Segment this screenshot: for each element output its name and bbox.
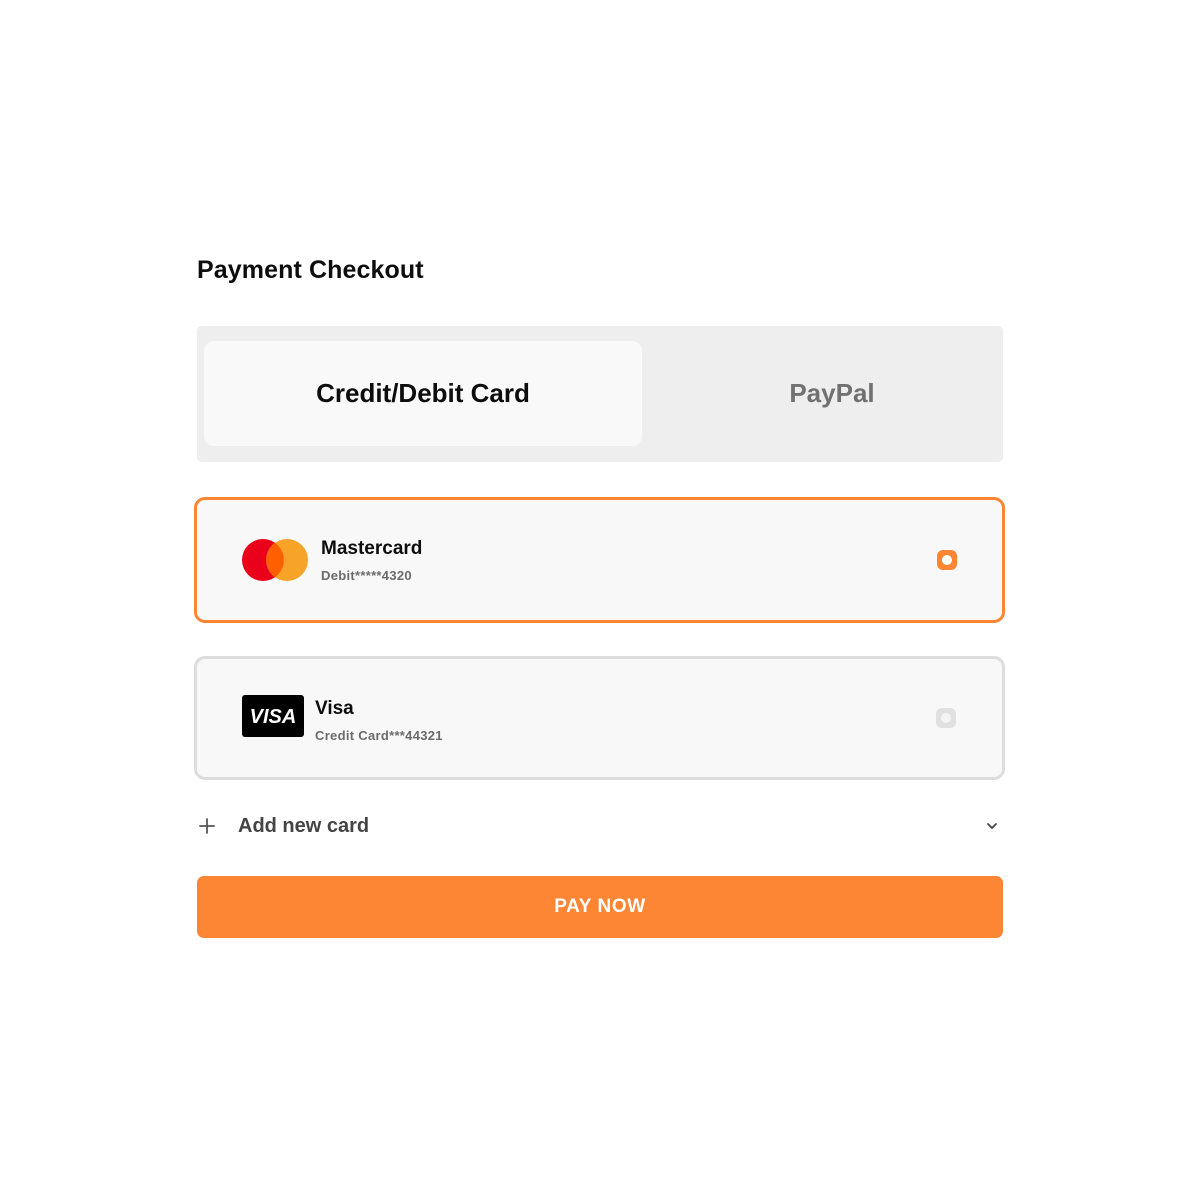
radio-dot — [942, 555, 952, 565]
tab-paypal[interactable]: PayPal — [642, 341, 1022, 446]
card-brand-name: Visa — [315, 698, 354, 719]
card-brand-name: Mastercard — [321, 538, 423, 559]
card-option-mastercard[interactable]: Mastercard Debit*****4320 — [194, 497, 1005, 623]
radio-dot — [941, 713, 951, 723]
chevron-down-icon[interactable] — [986, 822, 998, 830]
page-title: Payment Checkout — [197, 256, 424, 284]
add-new-card-label: Add new card — [238, 815, 370, 837]
add-new-card-row[interactable]: Add new card — [197, 806, 1003, 848]
checkout-page: Payment Checkout Credit/Debit Card PayPa… — [0, 0, 1200, 1195]
pay-now-button[interactable]: PAY NOW — [197, 876, 1003, 938]
plus-icon[interactable] — [199, 818, 215, 834]
visa-logo-icon: VISA — [242, 695, 304, 737]
card-detail: Credit Card***44321 — [315, 728, 443, 743]
card-radio-selected[interactable] — [937, 550, 957, 570]
card-option-visa[interactable]: VISA Visa Credit Card***44321 — [194, 656, 1005, 780]
payment-method-tabs: Credit/Debit Card PayPal — [197, 326, 1003, 462]
mastercard-logo-icon — [242, 539, 308, 581]
tab-credit-debit-card[interactable]: Credit/Debit Card — [204, 341, 642, 446]
card-detail: Debit*****4320 — [321, 568, 412, 583]
visa-logo-text: VISA — [250, 706, 297, 728]
card-radio-unselected[interactable] — [936, 708, 956, 728]
